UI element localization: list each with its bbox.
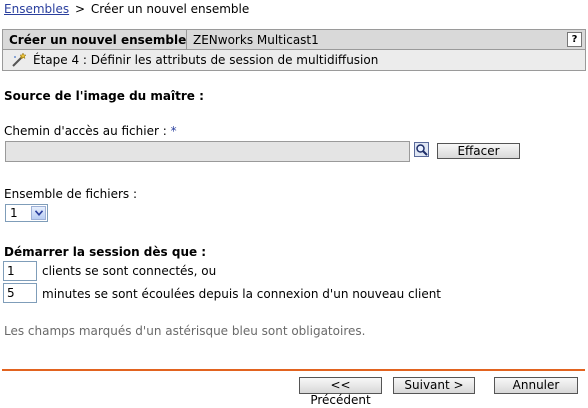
cancel-button[interactable]: Annuler	[494, 377, 578, 394]
wizard-header: Créer un nouvel ensemble ZENworks Multic…	[2, 29, 586, 71]
breadcrumb-separator: >	[74, 2, 85, 16]
wizard-wand-icon	[10, 52, 28, 68]
clients-count-input[interactable]	[3, 261, 37, 281]
clear-button[interactable]: Effacer	[437, 143, 520, 159]
file-path-input[interactable]	[5, 141, 410, 162]
source-heading: Source de l'image du maître :	[4, 89, 204, 103]
path-label: Chemin d'accès au fichier : *	[4, 124, 177, 138]
next-button[interactable]: Suivant >	[393, 377, 475, 394]
page-title: Créer un nouvel ensemble	[9, 33, 187, 47]
step-title: Étape 4 : Définir les attributs de sessi…	[33, 53, 379, 67]
fileset-select[interactable]: 1	[5, 204, 48, 222]
help-button[interactable]: ?	[567, 32, 582, 47]
start-session-heading: Démarrer la session dès que :	[4, 245, 207, 259]
step-bar: Étape 4 : Définir les attributs de sessi…	[3, 50, 585, 70]
breadcrumb-link-ensembles[interactable]: Ensembles	[4, 2, 69, 16]
fileset-select-value: 1	[10, 206, 18, 220]
object-name: ZENworks Multicast1	[193, 33, 319, 47]
minutes-input[interactable]	[3, 283, 37, 303]
footer-divider	[2, 369, 585, 371]
chevron-down-icon[interactable]	[31, 206, 46, 220]
clients-label: clients se sont connectés, ou	[42, 264, 217, 278]
previous-button[interactable]: << Précédent	[299, 377, 382, 407]
required-star: *	[170, 124, 177, 138]
browse-button[interactable]	[414, 142, 429, 157]
path-label-text: Chemin d'accès au fichier :	[4, 124, 171, 138]
required-fields-note: Les champs marqués d'un astérisque bleu …	[4, 324, 366, 338]
header-divider	[186, 30, 187, 49]
fileset-label: Ensemble de fichiers :	[4, 187, 137, 201]
minutes-label: minutes se sont écoulées depuis la conne…	[42, 287, 442, 301]
header-title-bar: Créer un nouvel ensemble ZENworks Multic…	[3, 30, 585, 50]
breadcrumb: Ensembles > Créer un nouvel ensemble	[4, 2, 249, 16]
breadcrumb-current: Créer un nouvel ensemble	[90, 2, 250, 16]
